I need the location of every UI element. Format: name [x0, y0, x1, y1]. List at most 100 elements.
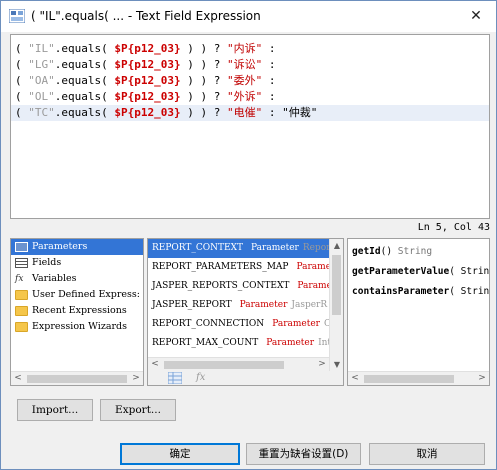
method-row[interactable]: getParameterValue( Strin — [352, 262, 489, 281]
method-hscrollbar[interactable]: < > — [348, 371, 489, 385]
code-result-string: "诉讼" — [226, 58, 263, 71]
variable-row[interactable]: REPORT_PARAMETERS_MAP Parameter — [148, 258, 330, 277]
variable-class: Report — [302, 243, 330, 253]
expression-editor[interactable]: ( "IL".equals( $P{p12_03} ) ) ? "内诉" :( … — [10, 34, 490, 219]
tree-item-parameters[interactable]: Parameters — [11, 239, 143, 255]
tree-item-variables[interactable]: fx Variables — [11, 271, 143, 287]
tree-item-fields[interactable]: Fields — [11, 255, 143, 271]
code-result-string: "电催" — [226, 106, 263, 119]
variable-row[interactable]: JASPER_REPORTS_CONTEXT Paramete — [148, 277, 330, 296]
code-string-literal: "IL" — [28, 42, 55, 55]
code-parameter-ref: $P{p12_03} — [114, 90, 181, 103]
code-line[interactable]: ( "IL".equals( $P{p12_03} ) ) ? "内诉" : — [11, 41, 489, 57]
fx-filter-icon[interactable]: fx — [196, 371, 205, 384]
grid-view-icon[interactable] — [168, 372, 182, 384]
export-button[interactable]: Export... — [100, 399, 176, 421]
code-result-string: "内诉" — [226, 42, 263, 55]
title-bar[interactable]: ( "IL".equals( ... - Text Field Expressi… — [1, 1, 496, 32]
scroll-right-icon[interactable]: > — [315, 358, 329, 372]
method-row[interactable]: getId() String — [352, 242, 432, 261]
parameters-icon — [15, 242, 28, 252]
editor-status-bar: Ln 5, Col 43 — [10, 220, 490, 236]
import-button[interactable]: Import... — [17, 399, 93, 421]
tree-item-label: Parameters — [32, 241, 88, 252]
code-line[interactable]: ( "TC".equals( $P{p12_03} ) ) ? "电催" : "… — [11, 105, 489, 121]
code-close-ternary: ) ) ? — [180, 42, 227, 55]
code-close-ternary: ) ) ? — [180, 106, 227, 119]
variable-toolbar: fx — [148, 371, 343, 385]
variable-name: JASPER_REPORT — [152, 300, 232, 310]
variable-row[interactable]: REPORT_CONNECTIONParameterCon — [148, 315, 330, 334]
variable-vscrollbar[interactable]: ▲ ▼ — [329, 239, 343, 372]
scroll-up-icon[interactable]: ▲ — [330, 239, 343, 253]
code-open-paren: ( — [15, 58, 29, 71]
fields-icon — [15, 258, 28, 268]
variable-hscrollbar[interactable]: < > — [148, 357, 329, 371]
variable-name: JASPER_REPORTS_CONTEXT — [152, 281, 290, 291]
variable-class: JasperR — [291, 300, 328, 310]
code-close-ternary: ) ) ? — [180, 58, 227, 71]
variable-row[interactable]: JASPER_REPORT Parameter JasperR — [148, 296, 330, 315]
method-args: ( Strin — [449, 286, 490, 297]
code-line[interactable]: ( "LG".equals( $P{p12_03} ) ) ? "诉讼" : — [11, 57, 489, 73]
code-parameter-ref: $P{p12_03} — [114, 58, 181, 71]
method-return-type: String — [392, 246, 433, 257]
code-line[interactable]: ( "OA".equals( $P{p12_03} ) ) ? "委外" : — [11, 73, 489, 89]
scroll-down-icon[interactable]: ▼ — [330, 358, 343, 372]
variable-list[interactable]: REPORT_SCRIPTLETParameterREPORT_DATA_SOU… — [147, 238, 344, 386]
variable-hscroll-thumb[interactable] — [164, 361, 284, 369]
scroll-left-icon[interactable]: < — [348, 372, 362, 385]
tree-item-label: Fields — [32, 257, 62, 268]
code-string-literal: "LG" — [28, 58, 55, 71]
scroll-left-icon[interactable]: < — [148, 358, 162, 372]
code-string-literal: "OA" — [28, 74, 55, 87]
method-name: getId — [352, 246, 381, 257]
code-method-call: .equals( — [54, 58, 115, 71]
code-tail: : — [262, 58, 276, 71]
scroll-right-icon[interactable]: > — [129, 372, 143, 385]
variable-vscroll-thumb[interactable] — [332, 255, 341, 315]
method-hscroll-thumb[interactable] — [364, 375, 454, 383]
variable-type: Parameter — [239, 300, 288, 310]
tree-item-label: Variables — [32, 273, 77, 284]
method-args: () — [380, 246, 393, 257]
code-method-call: .equals( — [54, 106, 115, 119]
reset-defaults-button[interactable]: 重置为缺省设置(D) — [246, 443, 361, 465]
variable-name: REPORT_CONNECTION — [152, 319, 265, 329]
variable-name: REPORT_PARAMETERS_MAP — [152, 262, 289, 272]
code-close-ternary: ) ) ? — [180, 90, 227, 103]
code-parameter-ref: $P{p12_03} — [114, 106, 181, 119]
method-list[interactable]: containsParameter( Strin getParameterValu… — [347, 238, 490, 386]
code-close-ternary: ) ) ? — [180, 74, 227, 87]
tree-item-label: Expression Wizards — [32, 321, 127, 332]
code-result-string: "外诉" — [226, 90, 263, 103]
code-string-literal: "OL" — [28, 90, 55, 103]
variable-row[interactable]: REPORT_MAX_COUNTParameterInte — [148, 334, 330, 353]
code-open-paren: ( — [15, 106, 29, 119]
variable-type: Parameter — [296, 262, 330, 272]
cancel-button[interactable]: 取消 — [369, 443, 485, 465]
code-tail: : — [262, 74, 276, 87]
tree-item-recent-expressions[interactable]: Recent Expressions — [11, 303, 143, 319]
ok-button[interactable]: 确定 — [120, 443, 240, 465]
tree-item-expression-wizards[interactable]: Expression Wizards — [11, 319, 143, 335]
variable-type: Paramete — [297, 281, 330, 291]
expression-dialog: ( "IL".equals( ... - Text Field Expressi… — [0, 0, 497, 470]
variable-type: Parameter — [251, 243, 299, 253]
variable-row[interactable]: REPORT_CONTEXT ParameterReport — [148, 239, 330, 258]
tree-item-user-defined-express[interactable]: User Defined Express: — [11, 287, 143, 303]
code-tail: : — [262, 90, 276, 103]
code-line[interactable]: ( "OL".equals( $P{p12_03} ) ) ? "外诉" : — [11, 89, 489, 105]
method-row[interactable]: containsParameter( Strin — [352, 282, 489, 301]
scroll-left-icon[interactable]: < — [11, 372, 25, 385]
method-name: containsParameter — [352, 286, 450, 297]
window-title: ( "IL".equals( ... - Text Field Expressi… — [31, 9, 261, 23]
close-icon[interactable]: ✕ — [464, 5, 488, 27]
tree-item-label: Recent Expressions — [32, 305, 127, 316]
category-tree[interactable]: < > Parameters Fields fx Variables User Defi… — [10, 238, 144, 386]
category-hscroll-thumb[interactable] — [27, 375, 127, 383]
code-open-paren: ( — [15, 90, 29, 103]
folder-icon — [15, 322, 28, 332]
scroll-right-icon[interactable]: > — [475, 372, 489, 385]
category-hscrollbar[interactable]: < > — [11, 371, 143, 385]
